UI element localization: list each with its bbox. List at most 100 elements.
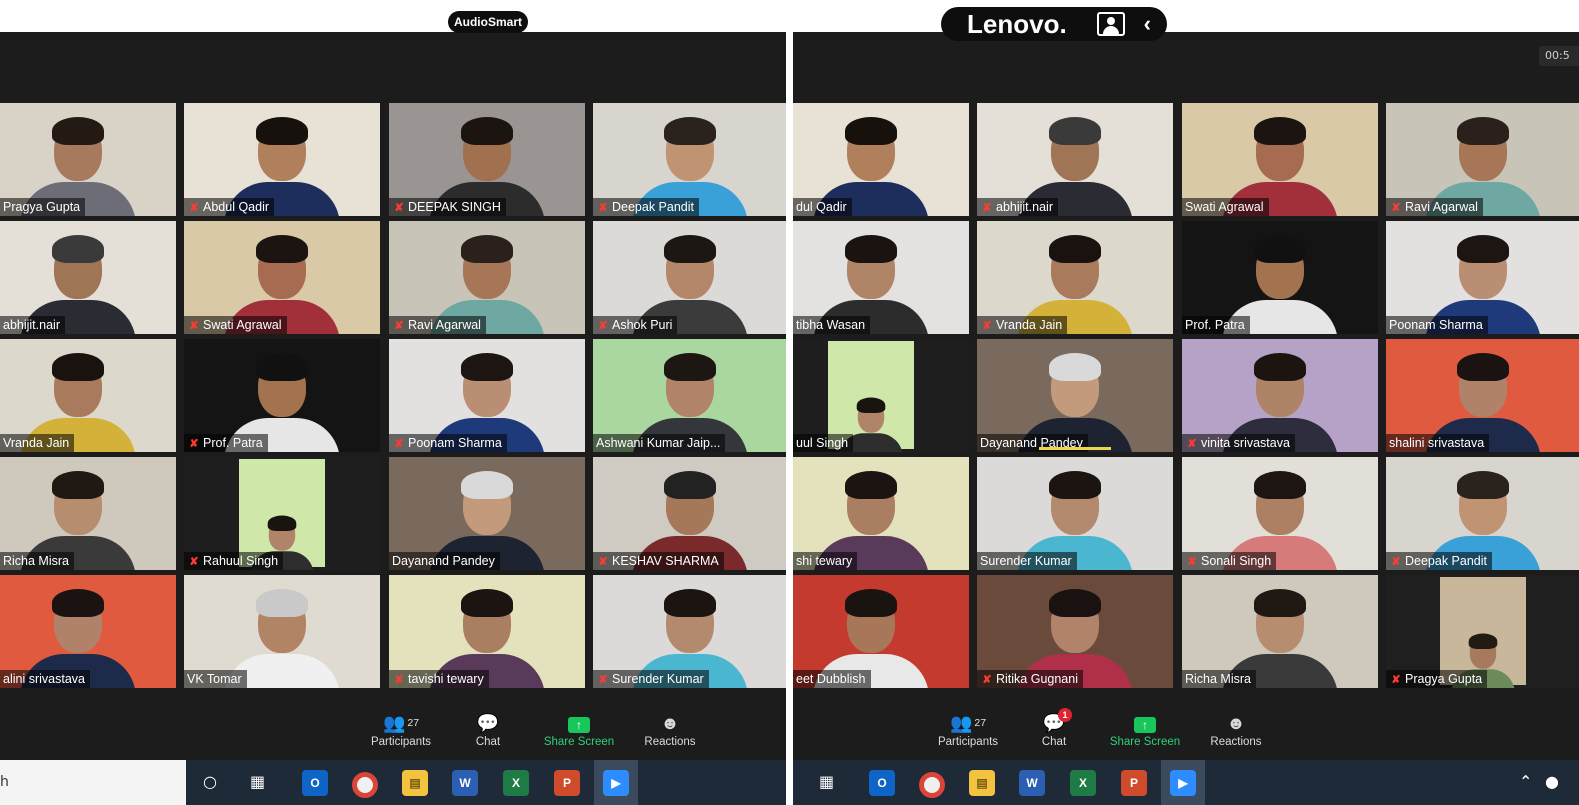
powerpoint-icon[interactable]: P (1121, 770, 1147, 796)
participant-name: Swati Agrawal (1182, 198, 1269, 216)
word-icon[interactable]: W (1019, 770, 1045, 796)
chevron-left-icon[interactable]: ‹ (1144, 7, 1151, 41)
participant-name-label: shalini srivastava (1389, 436, 1485, 450)
participant-tile[interactable]: uul Singh (793, 339, 969, 452)
zoom-icon[interactable]: ▶ (1170, 770, 1196, 796)
participant-tile[interactable]: Dayanand Pandey (977, 339, 1173, 452)
participant-name-label: Prof. Patra (1185, 318, 1245, 332)
reactions-icon: ☻ (1226, 713, 1246, 733)
participant-tile[interactable]: ✘ Prof. Patra (184, 339, 380, 452)
participant-name: ✘ Sonali Singh (1182, 552, 1277, 570)
participants-button[interactable]: 👥 27 Participants (356, 710, 446, 748)
participant-name-label: abhijit.nair (3, 318, 60, 332)
participant-tile[interactable]: ✘ vinita srivastava (1182, 339, 1378, 452)
file-explorer-icon[interactable]: ▤ (969, 770, 995, 796)
participant-tile[interactable]: shi tewary (793, 457, 969, 570)
chrome-icon[interactable] (352, 772, 378, 798)
powerpoint-icon[interactable]: P (554, 770, 580, 796)
participant-tile[interactable]: tibha Wasan (793, 221, 969, 334)
outlook-icon[interactable]: O (869, 770, 895, 796)
participant-name: ✘ Deepak Pandit (593, 198, 700, 216)
excel-icon[interactable]: X (1070, 770, 1096, 796)
participant-tile[interactable]: ✘ Ravi Agarwal (1386, 103, 1579, 216)
chrome-icon[interactable] (919, 772, 945, 798)
participant-tile[interactable]: ✘ abhijit.nair (977, 103, 1173, 216)
cortana-icon[interactable]: ○ (203, 772, 217, 791)
chat-button[interactable]: 💬 1 Chat (1009, 708, 1099, 748)
tray-chevron-up-icon[interactable]: ⌃ (1519, 772, 1532, 791)
participant-tile[interactable]: Surender Kumar (977, 457, 1173, 570)
share-screen-button[interactable]: ↑ Share Screen (1100, 710, 1190, 748)
participant-tile[interactable]: Ashwani Kumar Jaip... (593, 339, 786, 452)
participant-tile[interactable]: Vranda Jain (0, 339, 176, 452)
participant-name-label: Surender Kumar (980, 554, 1072, 568)
participant-name-label: Deepak Pandit (612, 200, 695, 214)
outlook-icon[interactable]: O (302, 770, 328, 796)
participant-tile[interactable]: Poonam Sharma (1386, 221, 1579, 334)
participant-tile[interactable]: ✘ Ravi Agarwal (389, 221, 585, 334)
speaking-indicator (1039, 447, 1111, 450)
participant-tile[interactable]: ✘ KESHAV SHARMA (593, 457, 786, 570)
participant-tile[interactable]: Richa Misra (1182, 575, 1378, 688)
excel-icon[interactable]: X (503, 770, 529, 796)
participant-tile[interactable]: ✘ Swati Agrawal (184, 221, 380, 334)
participant-tile[interactable]: eet Dubblish (793, 575, 969, 688)
participant-name-label: vinita srivastava (1201, 436, 1290, 450)
participant-tile[interactable]: ✘ Ritika Gugnani (977, 575, 1173, 688)
participant-name: alini srivastava (0, 670, 90, 688)
participant-tile[interactable]: ✘ Ashok Puri (593, 221, 786, 334)
participant-tile[interactable]: VK Tomar (184, 575, 380, 688)
participant-tile[interactable]: Richa Misra (0, 457, 176, 570)
participant-name-label: Ashok Puri (612, 318, 673, 332)
participant-tile[interactable]: ✘ Abdul Qadir (184, 103, 380, 216)
participant-tile[interactable]: ✘ DEEPAK SINGH (389, 103, 585, 216)
participant-tile[interactable]: ✘ tavishi tewary (389, 575, 585, 688)
participants-button[interactable]: 👥 27 Participants (923, 710, 1013, 748)
task-view-icon[interactable]: ▦ (250, 772, 265, 791)
chat-button[interactable]: 💬 Chat (443, 710, 533, 748)
participant-name-label: Richa Misra (1185, 672, 1251, 686)
participant-tile[interactable]: abhijit.nair (0, 221, 176, 334)
participant-name: uul Singh (793, 434, 854, 452)
participant-tile[interactable]: ✘ Pragya Gupta (1386, 575, 1579, 688)
task-view-icon[interactable]: ▦ (819, 772, 834, 791)
participant-name-label: VK Tomar (187, 672, 242, 686)
participant-name-label: Dayanand Pandey (392, 554, 495, 568)
participant-tile[interactable]: dul Qadir (793, 103, 969, 216)
participant-tile[interactable]: ✘ Surender Kumar (593, 575, 786, 688)
muted-microphone-icon: ✘ (189, 202, 199, 214)
left-meeting-window: AudioSmart Pragya Gupta ✘ Abdul Qadir ✘ DEEP… (0, 0, 786, 805)
zoom-icon[interactable]: ▶ (603, 770, 629, 796)
share-screen-button[interactable]: ↑ Share Screen (534, 710, 624, 748)
participant-tile[interactable]: Dayanand Pandey (389, 457, 585, 570)
taskbar-search-box[interactable]: h (0, 760, 186, 805)
muted-microphone-icon: ✘ (189, 556, 199, 568)
participant-name: ✘ Ravi Agarwal (1386, 198, 1483, 216)
participant-tile[interactable]: ✘ Sonali Singh (1182, 457, 1378, 570)
file-explorer-icon[interactable]: ▤ (402, 770, 428, 796)
muted-microphone-icon: ✘ (598, 674, 608, 686)
reactions-button[interactable]: ☻ Reactions (1191, 710, 1281, 748)
participant-tile[interactable]: ✘ Deepak Pandit (1386, 457, 1579, 570)
lenovo-logo: Lenovo. ‹ (941, 7, 1167, 41)
participant-tile[interactable]: alini srivastava (0, 575, 176, 688)
microphone-icon[interactable]: ● (1545, 772, 1559, 791)
right-meeting-window: Lenovo. ‹ 00:5 dul Qadir ✘ abhijit.nair Swa… (793, 0, 1579, 805)
participant-tile[interactable]: Swati Agrawal (1182, 103, 1378, 216)
muted-microphone-icon: ✘ (598, 556, 608, 568)
participant-tile[interactable]: shalini srivastava (1386, 339, 1579, 452)
participant-name-label: Ritika Gugnani (996, 672, 1078, 686)
muted-microphone-icon: ✘ (598, 202, 608, 214)
participant-name-label: Surender Kumar (612, 672, 704, 686)
participant-tile[interactable]: ✘ Deepak Pandit (593, 103, 786, 216)
word-icon[interactable]: W (452, 770, 478, 796)
reactions-button[interactable]: ☻ Reactions (625, 710, 715, 748)
participant-tile[interactable]: ✘ Poonam Sharma (389, 339, 585, 452)
participant-name: Pragya Gupta (0, 198, 86, 216)
participant-name-label: dul Qadir (796, 200, 847, 214)
participant-name: ✘ DEEPAK SINGH (389, 198, 506, 216)
participant-tile[interactable]: ✘ Rahuul Singh (184, 457, 380, 570)
participant-tile[interactable]: Prof. Patra (1182, 221, 1378, 334)
participant-tile[interactable]: Pragya Gupta (0, 103, 176, 216)
participant-tile[interactable]: ✘ Vranda Jain (977, 221, 1173, 334)
